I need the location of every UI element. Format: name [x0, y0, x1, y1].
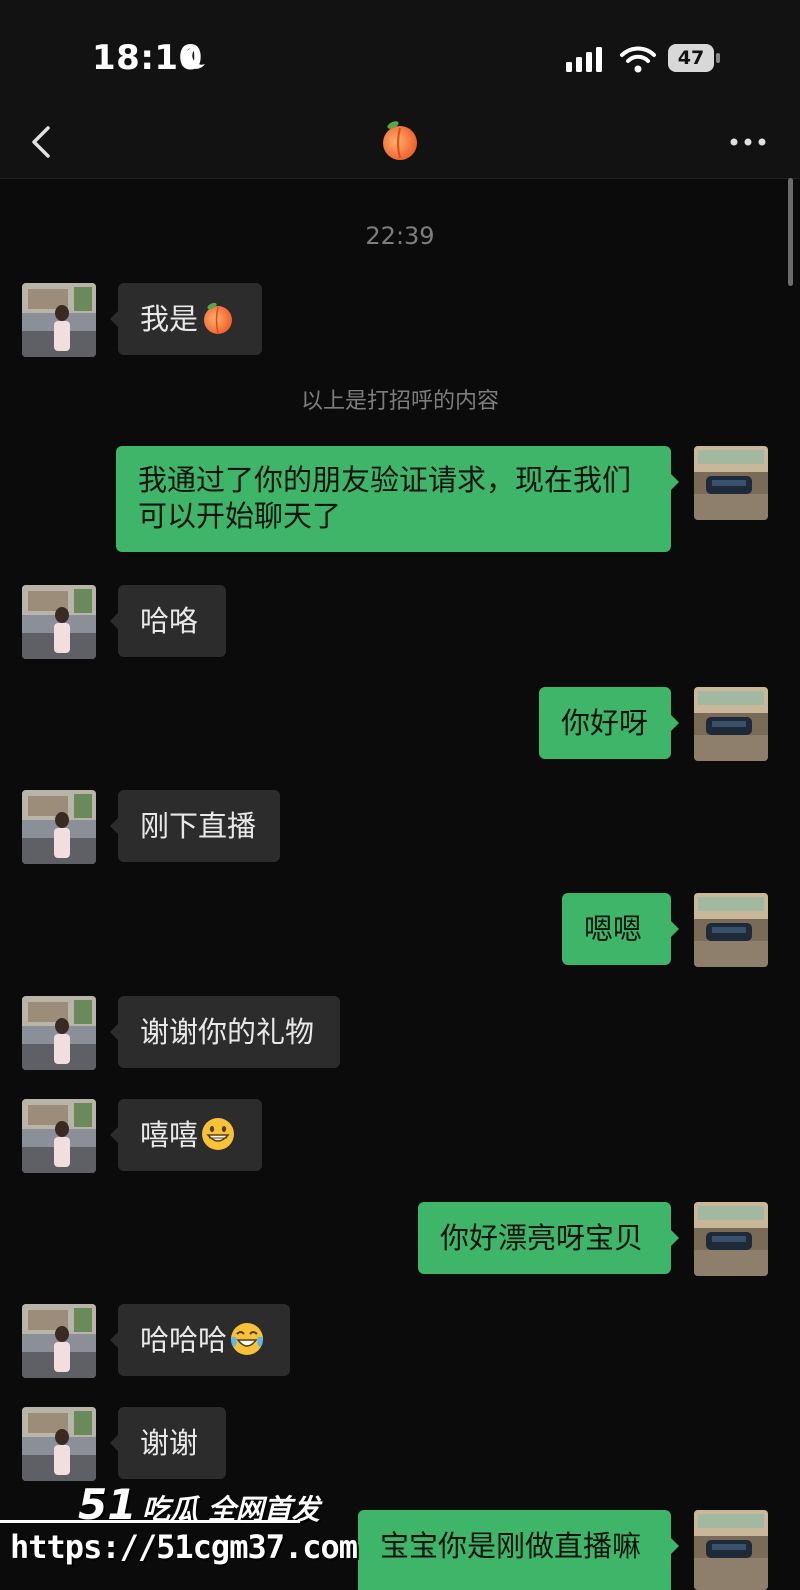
my-avatar[interactable] [694, 1510, 768, 1590]
message-bubble-incoming[interactable]: 我是 [110, 283, 262, 355]
moon-icon [184, 46, 205, 69]
message-bubble-incoming[interactable]: 嘻嘻 [110, 1099, 262, 1171]
message-bubble-outgoing[interactable]: 嗯嗯 [562, 893, 679, 965]
grinning-face-emoji-icon [202, 1118, 235, 1150]
message-timestamp: 22:39 [365, 222, 435, 250]
message-bubble-outgoing[interactable]: 你好呀 [539, 687, 679, 759]
message-bubble-incoming[interactable]: 刚下直播 [110, 790, 280, 862]
message-bubble-incoming[interactable]: 哈咯 [110, 585, 226, 657]
contact-avatar[interactable] [22, 1099, 96, 1173]
message-text: 刚下直播 [140, 809, 257, 843]
contact-avatar[interactable] [22, 585, 96, 659]
message-text: 我是 [140, 302, 199, 336]
message-text: 宝宝你是刚做直播嘛 [380, 1529, 642, 1563]
cellular-signal-icon [566, 47, 602, 72]
battery-icon: 47 [668, 44, 720, 72]
my-avatar[interactable] [694, 1202, 768, 1276]
message-text: 哈哈哈 [140, 1323, 228, 1357]
chat-header [0, 110, 800, 179]
wifi-icon [620, 46, 656, 73]
message-bubble-outgoing[interactable]: 我通过了你的朋友验证请求，现在我们 可以开始聊天了 [116, 446, 679, 552]
message-bubble-incoming[interactable]: 谢谢你的礼物 [110, 996, 340, 1068]
message-text: 你好呀 [561, 706, 649, 740]
message-bubble-outgoing[interactable]: 你好漂亮呀宝贝 [418, 1202, 679, 1274]
peach-emoji-icon [383, 121, 417, 160]
message-text: 嗯嗯 [584, 912, 643, 946]
chevron-left-icon[interactable] [28, 120, 56, 164]
tears-of-joy-emoji-icon [231, 1323, 264, 1355]
my-avatar[interactable] [694, 893, 768, 967]
contact-avatar[interactable] [22, 1407, 96, 1481]
message-text-line2: 可以开始聊天了 [138, 499, 342, 533]
message-bubble-incoming[interactable]: 谢谢 [110, 1407, 226, 1479]
message-text: 嘻嘻 [140, 1118, 199, 1152]
watermark-divider [0, 1520, 300, 1523]
contact-avatar[interactable] [22, 1304, 96, 1378]
contact-avatar[interactable] [22, 283, 96, 357]
message-text: 我通过了你的朋友验证请求，现在我们 [138, 463, 632, 497]
contact-avatar[interactable] [22, 790, 96, 864]
message-bubble-incoming[interactable]: 哈哈哈 [110, 1304, 290, 1376]
message-text: 谢谢你的礼物 [140, 1015, 315, 1049]
peach-emoji-icon [204, 302, 233, 334]
watermark-logo: 51 吃瓜 全网首发 [78, 1480, 320, 1529]
message-text: 你好漂亮呀宝贝 [440, 1221, 644, 1255]
status-bar: 18:10 47 [0, 0, 800, 110]
more-dots-icon[interactable] [728, 136, 768, 148]
message-bubble-outgoing[interactable]: 宝宝你是刚做直播嘛 [358, 1510, 679, 1590]
battery-level: 47 [668, 44, 714, 72]
message-text: 哈咯 [140, 604, 199, 638]
system-note: 以上是打招呼的内容 [300, 389, 499, 414]
message-text: 谢谢 [140, 1426, 199, 1460]
contact-avatar[interactable] [22, 996, 96, 1070]
my-avatar[interactable] [694, 687, 768, 761]
watermark-url: https://51cgm37.com [10, 1528, 358, 1566]
my-avatar[interactable] [694, 446, 768, 520]
